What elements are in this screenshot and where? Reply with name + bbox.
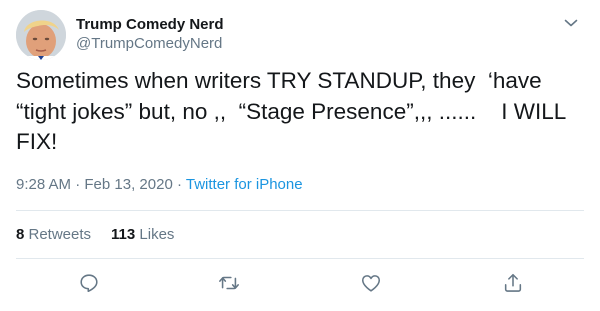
chevron-down-icon[interactable] (562, 14, 580, 32)
tweet-source-link[interactable]: Twitter for iPhone (186, 176, 303, 193)
meta-separator: · (172, 176, 186, 193)
author-block[interactable]: Trump Comedy Nerd @TrumpComedyNerd (76, 16, 224, 54)
tweet-text-line: Sometimes when writers TRY STANDUP, they… (16, 68, 542, 93)
tweet-text-line: FIX! (16, 129, 58, 154)
reply-icon (80, 274, 98, 293)
divider (16, 258, 584, 259)
retweet-icon (219, 276, 239, 290)
tweet-text: Sometimes when writers TRY STANDUP, they… (16, 66, 576, 158)
meta-separator: · (71, 176, 85, 193)
retweets-stat[interactable]: 8 Retweets (16, 225, 91, 245)
share-icon (504, 273, 522, 292)
like-button[interactable] (358, 270, 384, 296)
tweet-text-line: “tight jokes” but, no ,, “Stage Presence… (16, 98, 567, 124)
likes-count: 113 (111, 226, 136, 243)
tweet-card: Trump Comedy Nerd @TrumpComedyNerd Somet… (0, 0, 600, 311)
display-name[interactable]: Trump Comedy Nerd (76, 16, 224, 34)
retweets-label: Retweets (24, 226, 92, 243)
tweet-date[interactable]: Feb 13, 2020 (84, 176, 172, 193)
likes-stat[interactable]: 113 Likes (111, 225, 174, 245)
avatar[interactable] (16, 10, 66, 60)
heart-icon (361, 275, 381, 292)
tweet-actions (16, 270, 584, 298)
avatar-image (16, 10, 66, 60)
likes-label: Likes (135, 226, 175, 243)
tweet-header: Trump Comedy Nerd @TrumpComedyNerd (16, 10, 584, 62)
user-handle[interactable]: @TrumpComedyNerd (76, 34, 224, 54)
tweet-meta: 9:28 AM · Feb 13, 2020 · Twitter for iPh… (16, 175, 303, 195)
reply-button[interactable] (76, 270, 102, 296)
tweet-stats: 8 Retweets 113 Likes (16, 225, 194, 245)
retweet-button[interactable] (216, 270, 242, 296)
divider (16, 210, 584, 211)
share-button[interactable] (500, 270, 526, 296)
tweet-time[interactable]: 9:28 AM (16, 176, 71, 193)
